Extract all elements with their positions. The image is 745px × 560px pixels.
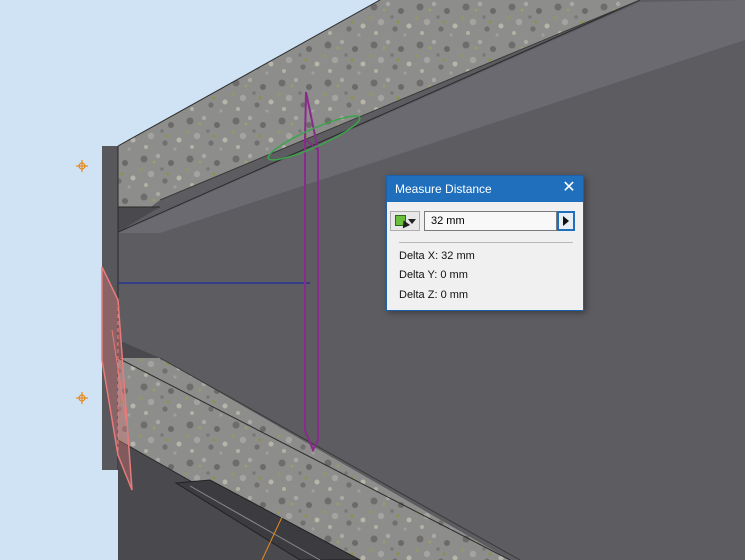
chevron-down-icon[interactable] [408, 219, 416, 224]
measurement-value: 32 mm [431, 215, 465, 227]
3d-model-viewport[interactable] [0, 0, 745, 560]
measurement-value-field[interactable]: 32 mm [424, 211, 557, 231]
selection-tool-button[interactable] [390, 211, 420, 231]
delta-x-text: Delta X: 32 mm [399, 250, 475, 262]
expand-results-button[interactable] [557, 211, 575, 231]
delta-y-text: Delta Y: 0 mm [399, 269, 468, 281]
close-icon[interactable]: ✕ [561, 180, 577, 196]
dialog-titlebar[interactable]: Measure Distance ✕ [387, 176, 583, 202]
play-arrow-icon [563, 216, 569, 226]
divider [399, 242, 573, 243]
measure-distance-dialog: Measure Distance ✕ 32 mm Delta X: 32 mm … [386, 175, 584, 311]
dialog-title: Measure Distance [395, 182, 492, 196]
delta-z-text: Delta Z: 0 mm [399, 289, 469, 301]
